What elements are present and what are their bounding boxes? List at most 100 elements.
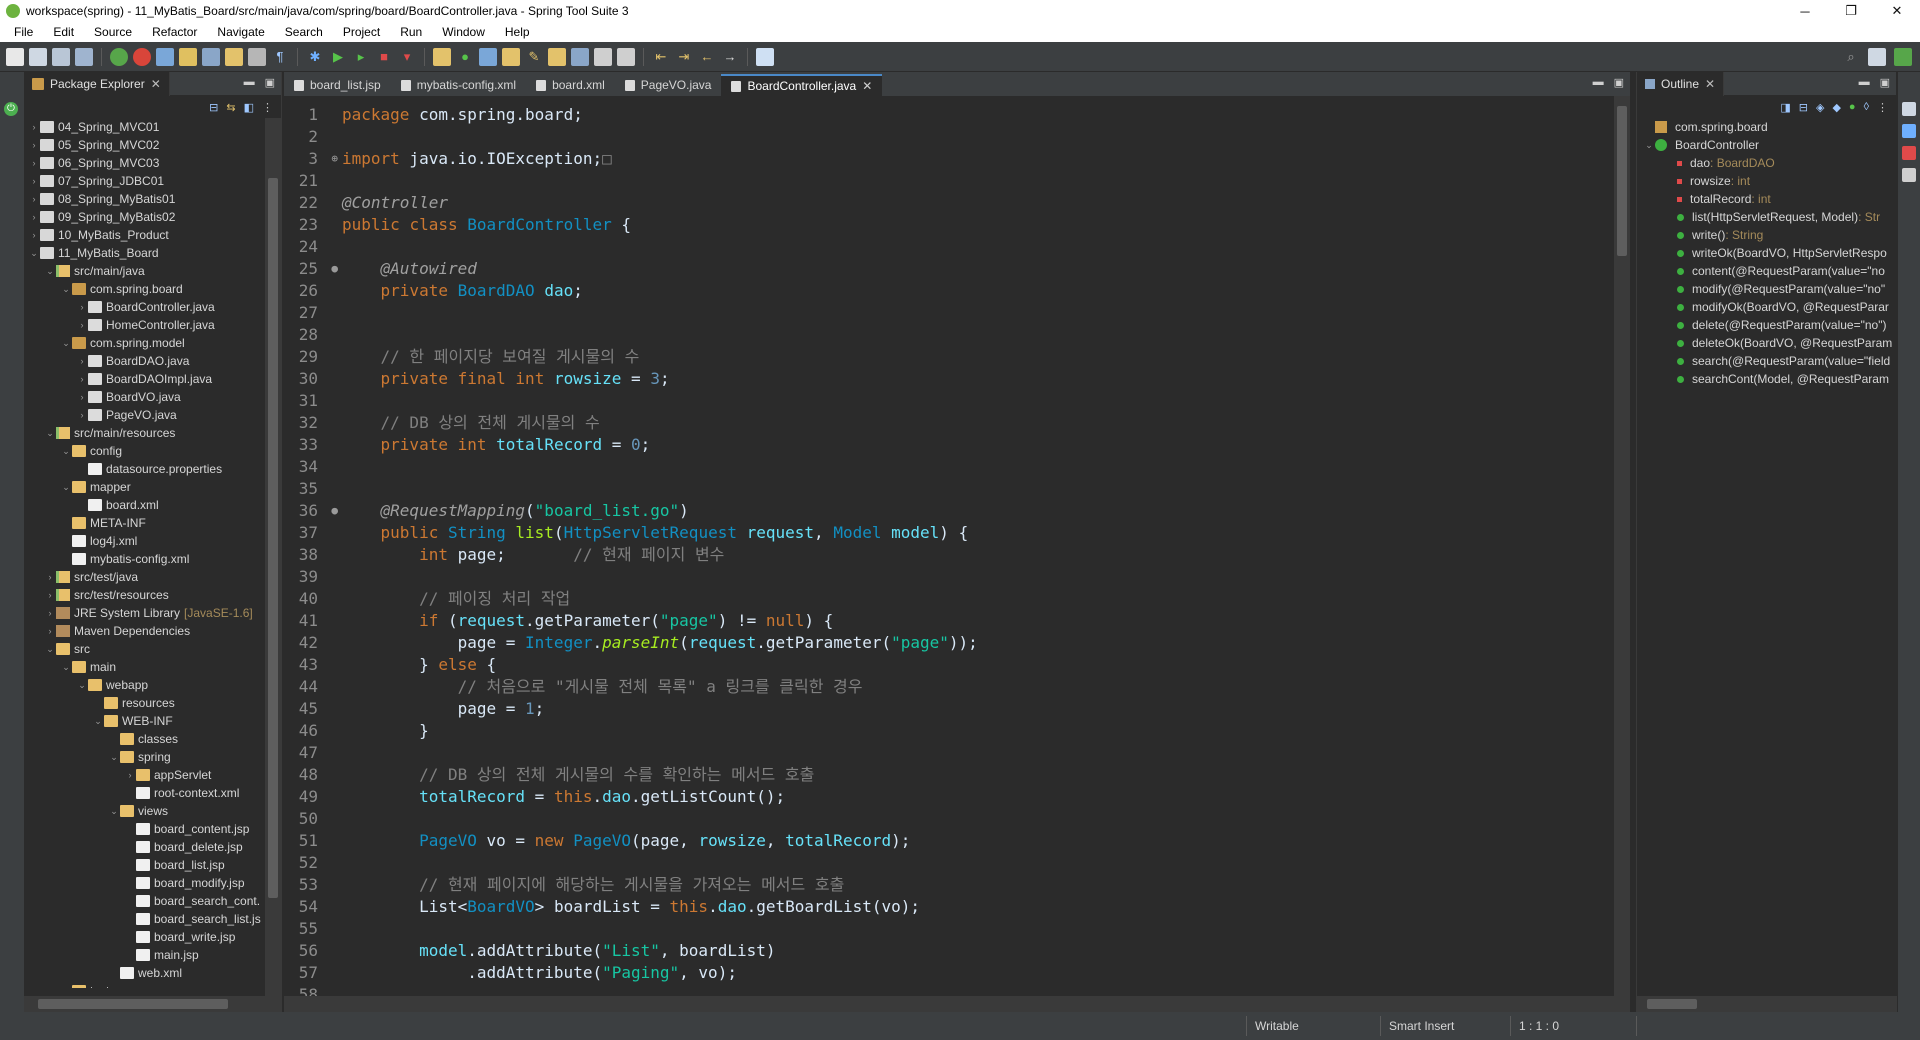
open-type-icon[interactable]: [202, 47, 220, 66]
sort-icon[interactable]: ⊟: [1799, 101, 1808, 114]
tree-item[interactable]: › JRE System Library [JavaSE-1.6]: [24, 604, 264, 622]
menu-edit[interactable]: Edit: [43, 25, 84, 39]
collapsed-chevron-icon[interactable]: ›: [76, 410, 88, 420]
scrollbar-thumb[interactable]: [1617, 106, 1627, 256]
expanded-chevron-icon[interactable]: ⌄: [60, 284, 72, 295]
open-perspective-button-icon[interactable]: [1868, 48, 1886, 66]
tree-item[interactable]: board_list.jsp: [24, 856, 264, 874]
code-line[interactable]: page = Integer.parseInt(request.getParam…: [342, 632, 1592, 654]
minimize-button[interactable]: ─: [1782, 0, 1828, 22]
tree-item[interactable]: root-context.xml: [24, 784, 264, 802]
tree-item[interactable]: ⌄ src: [24, 640, 264, 658]
collapsed-chevron-icon[interactable]: ›: [44, 626, 56, 636]
collapsed-chevron-icon[interactable]: ›: [28, 176, 40, 186]
hide-local-types-icon[interactable]: ●: [1849, 101, 1856, 113]
tree-item[interactable]: › appServlet: [24, 766, 264, 784]
tree-item[interactable]: › 05_Spring_MVC02: [24, 136, 264, 154]
tree-item[interactable]: › BoardVO.java: [24, 388, 264, 406]
annotation-icon[interactable]: ✎: [525, 48, 543, 66]
fold-collapse-icon[interactable]: ●: [331, 258, 338, 280]
tree-item[interactable]: › PageVO.java: [24, 406, 264, 424]
code-line[interactable]: page = 1;: [342, 698, 1592, 720]
code-line[interactable]: private final int rowsize = 3;: [342, 368, 1592, 390]
outline-item[interactable]: dao : BoardDAO: [1637, 154, 1897, 172]
tree-item[interactable]: ⌄ spring: [24, 748, 264, 766]
code-line[interactable]: model.addAttribute("List", boardList): [342, 940, 1592, 962]
fold-collapse-icon[interactable]: ●: [331, 500, 338, 522]
tree-item[interactable]: board_search_list.js: [24, 910, 264, 928]
new-java-project-icon[interactable]: [433, 47, 451, 66]
collapsed-chevron-icon[interactable]: ›: [28, 194, 40, 204]
collapsed-chevron-icon[interactable]: ›: [28, 212, 40, 222]
outline-item[interactable]: writeOk(BoardVO, HttpServletRespo: [1637, 244, 1897, 262]
code-line[interactable]: [342, 324, 1592, 346]
editor-tab-mybatis-config-xml[interactable]: mybatis-config.xml: [391, 74, 526, 96]
tree-item[interactable]: board_modify.jsp: [24, 874, 264, 892]
outline-item[interactable]: rowsize : int: [1637, 172, 1897, 190]
expanded-chevron-icon[interactable]: ⌄: [60, 662, 72, 673]
tree-item[interactable]: › HomeController.java: [24, 316, 264, 334]
outline-item[interactable]: delete(@RequestParam(value="no"): [1637, 316, 1897, 334]
outline-item[interactable]: modifyOk(BoardVO, @RequestParar: [1637, 298, 1897, 316]
code-line[interactable]: private int totalRecord = 0;: [342, 434, 1592, 456]
outline-item[interactable]: write() : String: [1637, 226, 1897, 244]
code-line[interactable]: [342, 302, 1592, 324]
hide-nonpublic-icon[interactable]: ◆: [1832, 101, 1840, 114]
view-menu-icon[interactable]: ⋮: [1877, 101, 1888, 114]
search-folder-icon[interactable]: [502, 47, 520, 66]
tree-item[interactable]: mybatis-config.xml: [24, 550, 264, 568]
fold-expand-icon[interactable]: ⊕: [331, 148, 338, 170]
tree-item[interactable]: › 09_Spring_MyBatis02: [24, 208, 264, 226]
task-list-icon[interactable]: [1902, 102, 1916, 116]
tab-package-explorer[interactable]: Package Explorer ✕: [24, 71, 170, 96]
code-line[interactable]: [342, 126, 1592, 148]
run-as-icon[interactable]: ▸: [352, 48, 370, 66]
hide-static-icon[interactable]: ◈: [1816, 101, 1824, 114]
collapsed-chevron-icon[interactable]: ›: [76, 320, 88, 330]
tree-item[interactable]: › Maven Dependencies: [24, 622, 264, 640]
menu-window[interactable]: Window: [432, 25, 495, 39]
terminate-icon[interactable]: ■: [375, 48, 393, 66]
scrollbar-thumb[interactable]: [38, 999, 228, 1009]
expanded-chevron-icon[interactable]: ⌄: [60, 482, 72, 493]
expanded-chevron-icon[interactable]: ⌄: [1643, 140, 1655, 151]
code-line[interactable]: private BoardDAO dao;: [342, 280, 1592, 302]
editor-tab-boardcontroller-java[interactable]: BoardController.java ✕: [721, 74, 883, 96]
tree-item[interactable]: datasource.properties: [24, 460, 264, 478]
code-line[interactable]: // DB 상의 전체 게시물의 수를 확인하는 메서드 호출: [342, 764, 1592, 786]
tree-item[interactable]: ⌄ com.spring.board: [24, 280, 264, 298]
code-line[interactable]: [342, 478, 1592, 500]
problems-icon[interactable]: [1902, 146, 1916, 160]
editor-tab-board-xml[interactable]: board.xml: [526, 74, 615, 96]
code-line[interactable]: @RequestMapping("board_list.go"): [342, 500, 1592, 522]
editor-tab-pagevo-java[interactable]: PageVO.java: [615, 74, 722, 96]
collapsed-chevron-icon[interactable]: ›: [124, 770, 136, 780]
browser-icon[interactable]: [756, 47, 774, 66]
outline-item[interactable]: com.spring.board: [1637, 118, 1897, 136]
collapsed-chevron-icon[interactable]: ›: [28, 230, 40, 240]
code-line[interactable]: public class BoardController {: [342, 214, 1592, 236]
outline-item[interactable]: list(HttpServletRequest, Model) : Str: [1637, 208, 1897, 226]
print-icon[interactable]: [75, 47, 93, 66]
run-icon[interactable]: ▶: [329, 48, 347, 66]
focus-on-active-task-icon[interactable]: ◊: [1864, 101, 1869, 113]
search-icon[interactable]: ⌕: [1842, 48, 1860, 66]
tree-item[interactable]: board_content.jsp: [24, 820, 264, 838]
tree-item[interactable]: test: [24, 982, 264, 988]
tree-item[interactable]: › src/test/resources: [24, 586, 264, 604]
status-cursor-position[interactable]: 1 : 1 : 0: [1519, 1019, 1559, 1033]
scrollbar-thumb[interactable]: [268, 178, 278, 898]
tree-item[interactable]: › 10_MyBatis_Product: [24, 226, 264, 244]
collapsed-chevron-icon[interactable]: ›: [44, 608, 56, 618]
code-line[interactable]: [342, 236, 1592, 258]
collapsed-chevron-icon[interactable]: ›: [44, 590, 56, 600]
package-explorer-horizontal-scrollbar[interactable]: [24, 996, 282, 1012]
tab-outline[interactable]: Outline ✕: [1637, 71, 1725, 96]
back-icon[interactable]: ←: [698, 48, 716, 66]
code-line[interactable]: @Autowired: [342, 258, 1592, 280]
view-menu-icon[interactable]: ⋮: [262, 101, 273, 114]
outline-item[interactable]: deleteOk(BoardVO, @RequestParam: [1637, 334, 1897, 352]
tree-item[interactable]: › src/test/java: [24, 568, 264, 586]
code-line[interactable]: [342, 808, 1592, 830]
expanded-chevron-icon[interactable]: ⌄: [108, 752, 120, 763]
